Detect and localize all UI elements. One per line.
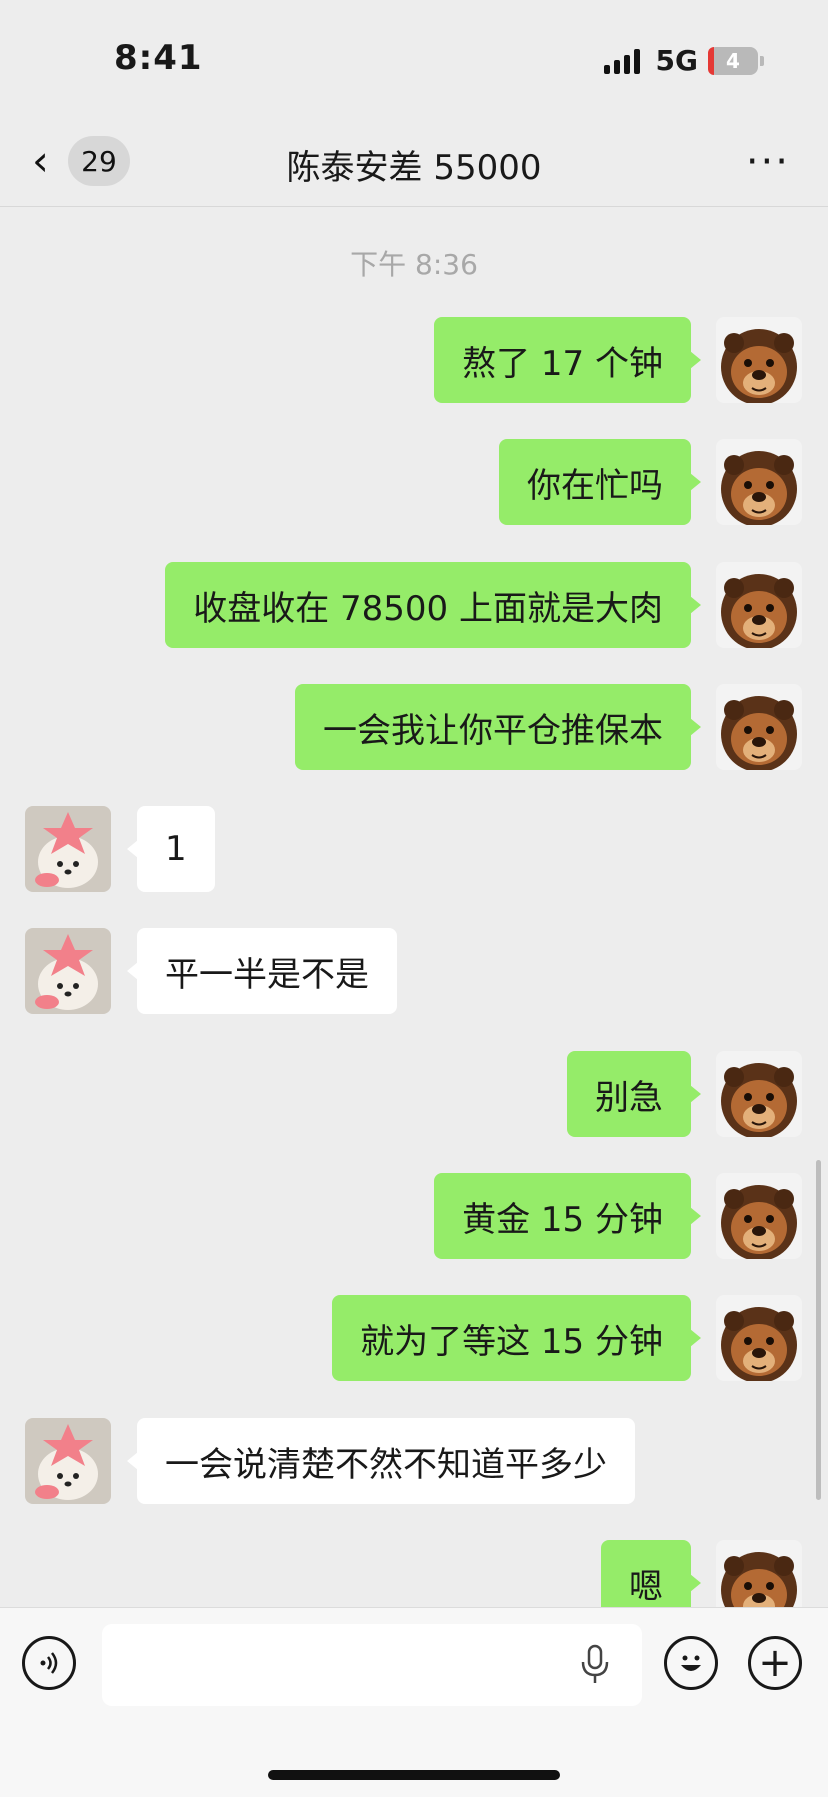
my-avatar[interactable] [716,317,802,403]
sent-message-bubble[interactable]: 收盘收在 78500 上面就是大肉 [165,562,701,648]
sent-message-bubble[interactable]: 就为了等这 15 分钟 [332,1295,701,1381]
message-row: 收盘收在 78500 上面就是大肉 [0,562,828,652]
status-time: 8:41 [114,38,203,78]
message-input[interactable] [102,1624,642,1706]
my-avatar[interactable] [716,1173,802,1259]
chat-header: ‹ 29 陈泰安差 55000 ··· [0,120,828,207]
sent-message-bubble[interactable]: 黄金 15 分钟 [434,1173,701,1259]
sent-message-bubble[interactable]: 一会我让你平仓推保本 [295,684,701,770]
sent-message-bubble[interactable]: 别急 [567,1051,701,1137]
scrollbar[interactable] [816,1160,821,1500]
battery-icon: 4 [708,46,764,75]
network-label: 5G [655,44,698,77]
battery-level: 4 [726,48,740,73]
message-timestamp: 下午 8:36 [350,248,478,281]
emoji-icon[interactable] [664,1636,718,1690]
message-row: 一会说清楚不然不知道平多少 [0,1418,828,1508]
message-row: 别急 [0,1051,828,1141]
my-avatar[interactable] [716,1540,802,1607]
mic-icon[interactable] [580,1644,610,1690]
message-row: 一会我让你平仓推保本 [0,684,828,774]
message-row: 1 [0,806,828,896]
received-message-bubble[interactable]: 1 [127,806,215,892]
message-row: 你在忙吗 [0,439,828,529]
my-avatar[interactable] [716,439,802,525]
plus-icon[interactable]: + [748,1636,802,1690]
contact-avatar[interactable] [25,806,111,892]
voice-icon[interactable] [22,1636,76,1690]
more-dots-icon[interactable]: ··· [746,142,790,182]
my-avatar[interactable] [716,1051,802,1137]
message-list[interactable]: 下午 8:36 熬了 17 个钟你在忙吗收盘收在 78500 上面就是大肉一会我… [0,207,828,1607]
sent-message-bubble[interactable]: 你在忙吗 [499,439,701,525]
home-indicator [268,1770,560,1780]
contact-avatar[interactable] [25,928,111,1014]
signal-icon [603,48,640,74]
my-avatar[interactable] [716,684,802,770]
message-row: 嗯 [0,1540,828,1607]
message-row: 熬了 17 个钟 [0,317,828,407]
sent-message-bubble[interactable]: 嗯 [601,1540,701,1607]
contact-avatar[interactable] [25,1418,111,1504]
status-bar: 8:41 5G 4 [0,0,828,120]
message-row: 就为了等这 15 分钟 [0,1295,828,1385]
my-avatar[interactable] [716,1295,802,1381]
chat-title: 陈泰安差 55000 [286,148,542,188]
status-indicators: 5G 4 [603,44,764,77]
received-message-bubble[interactable]: 平一半是不是 [127,928,397,1014]
received-message-bubble[interactable]: 一会说清楚不然不知道平多少 [127,1418,635,1504]
input-bar: + [0,1607,828,1797]
my-avatar[interactable] [716,562,802,648]
message-row: 黄金 15 分钟 [0,1173,828,1263]
sent-message-bubble[interactable]: 熬了 17 个钟 [434,317,701,403]
message-row: 平一半是不是 [0,928,828,1018]
